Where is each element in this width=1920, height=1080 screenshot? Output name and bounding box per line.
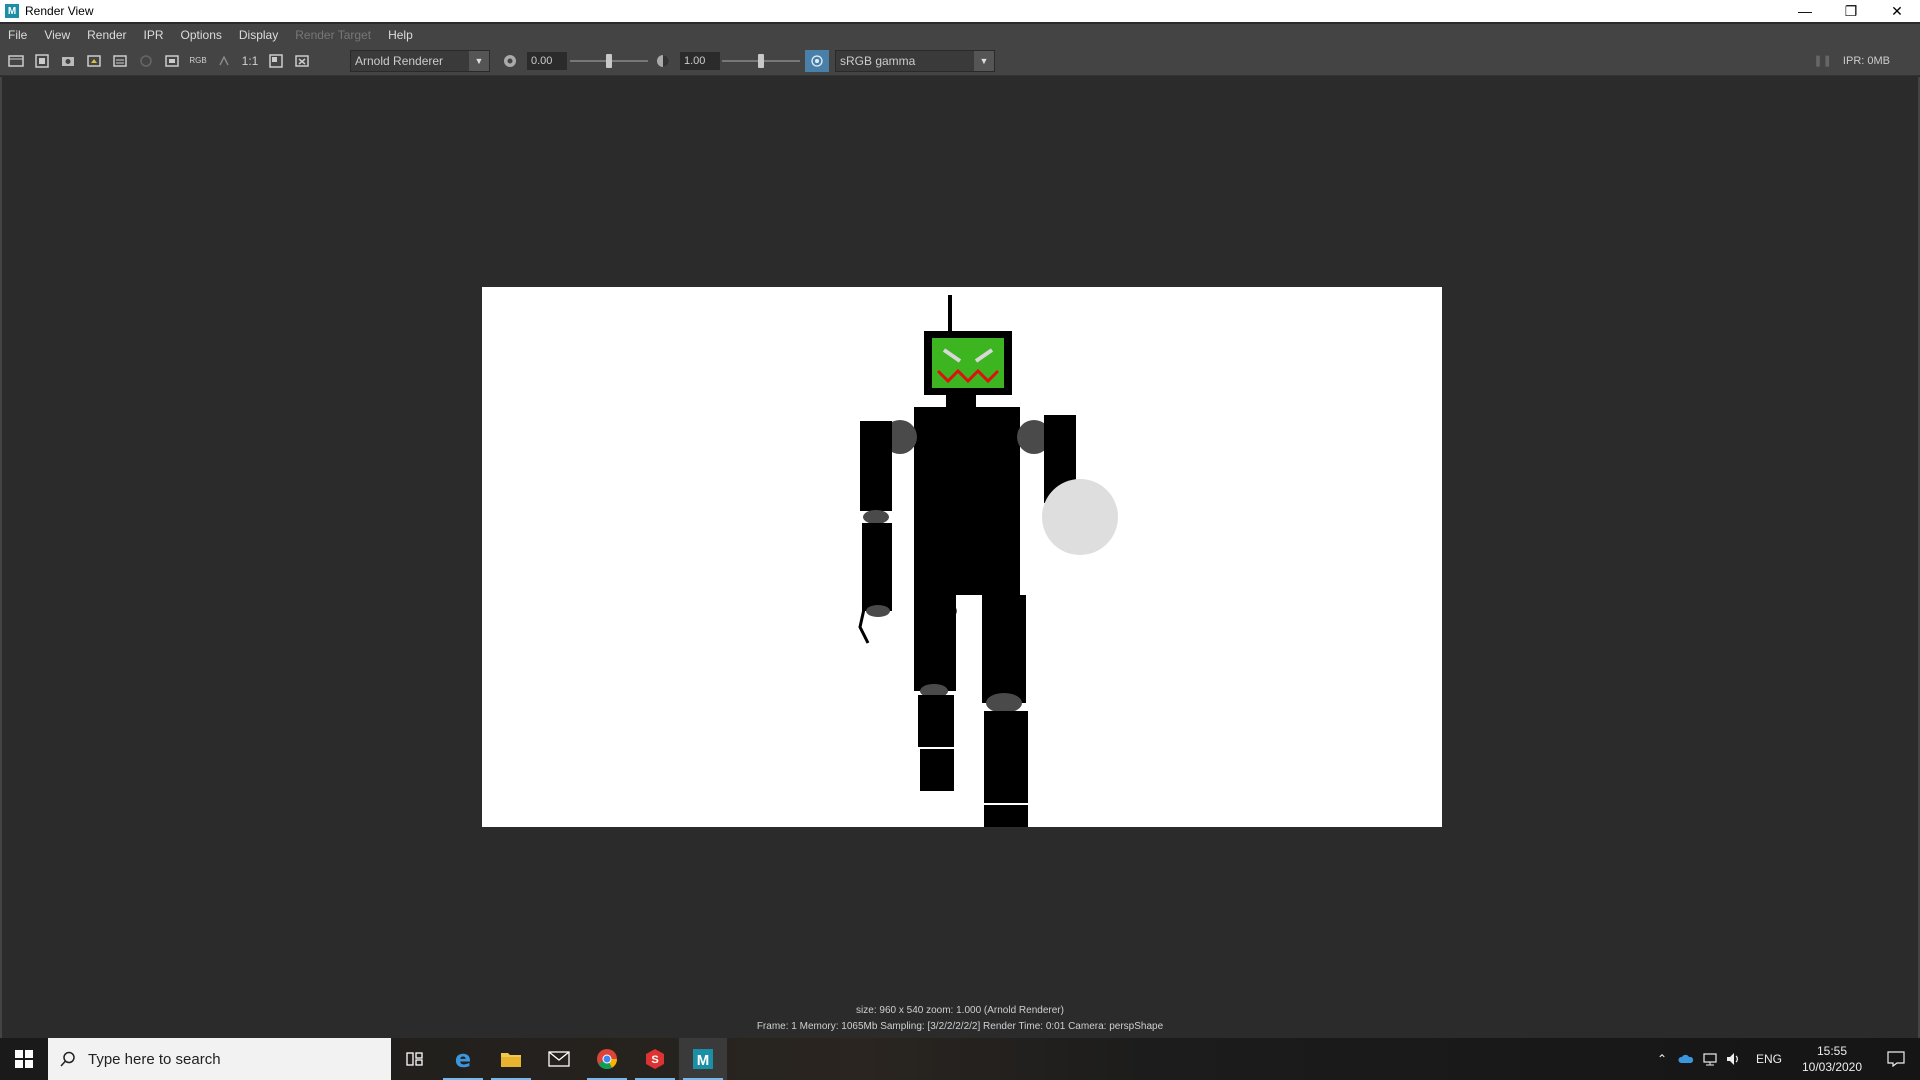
window-controls: — ❐ ✕: [1782, 0, 1920, 22]
menu-display[interactable]: Display: [239, 28, 278, 42]
robot-left-forearm: [862, 523, 892, 611]
exposure-slider-handle[interactable]: [606, 54, 612, 68]
one-to-one-button[interactable]: 1:1: [240, 51, 260, 71]
chevron-down-icon[interactable]: ▼: [974, 51, 994, 71]
language-indicator[interactable]: ENG: [1756, 1052, 1782, 1066]
svg-text:M: M: [697, 1052, 710, 1069]
pause-icon[interactable]: ❚❚: [1813, 55, 1831, 67]
render-info-line-2: Frame: 1 Memory: 1065Mb Sampling: [3/2/2…: [756, 1021, 1164, 1032]
render-settings-icon[interactable]: [110, 51, 130, 71]
rgb-channel-button[interactable]: RGB: [188, 51, 208, 71]
robot-left-foot: [920, 749, 954, 791]
robot-right-thigh: [982, 595, 1026, 703]
volume-icon[interactable]: [1722, 1052, 1746, 1066]
search-placeholder: Type here to search: [88, 1050, 221, 1068]
maya-app-icon: M: [5, 4, 19, 18]
clock[interactable]: 15:55 10/03/2020: [1792, 1043, 1872, 1075]
rendered-image: [482, 287, 1442, 827]
robot-neck: [946, 395, 976, 409]
menu-bar: File View Render IPR Options Display Ren…: [0, 24, 1920, 46]
renderer-dropdown[interactable]: Arnold Renderer ▼: [350, 50, 490, 72]
clock-time: 15:55: [1816, 1044, 1848, 1058]
render-region-icon[interactable]: [32, 51, 52, 71]
robot-antenna: [948, 295, 952, 333]
file-explorer-icon[interactable]: [487, 1038, 535, 1080]
snapshot-icon[interactable]: [58, 51, 78, 71]
menu-render-target: Render Target: [295, 28, 372, 42]
robot-torso: [914, 407, 1020, 595]
substance-icon[interactable]: S: [631, 1038, 679, 1080]
robot-right-shin: [984, 711, 1028, 803]
menu-ipr[interactable]: IPR: [144, 28, 164, 42]
task-view-icon[interactable]: [391, 1038, 439, 1080]
color-space-label: sRGB gamma: [840, 54, 916, 68]
color-management-icon[interactable]: [805, 50, 829, 72]
gamma-slider[interactable]: [722, 54, 800, 68]
color-space-dropdown[interactable]: sRGB gamma ▼: [835, 50, 995, 72]
taskbar-search-box[interactable]: Type here to search: [48, 1038, 391, 1080]
robot-left-thigh: [914, 595, 956, 691]
start-button[interactable]: [0, 1038, 48, 1080]
menu-render[interactable]: Render: [87, 28, 126, 42]
refresh-icon: [136, 51, 156, 71]
render-viewport[interactable]: [0, 77, 1920, 1038]
restore-icon[interactable]: ❐: [1828, 0, 1874, 22]
search-icon: [48, 1051, 88, 1067]
menu-help[interactable]: Help: [388, 28, 413, 42]
system-tray: ⌃ ENG 15:55 10/03/2020: [1650, 1038, 1920, 1080]
render-info-line-1: size: 960 x 540 zoom: 1.000 (Arnold Rend…: [856, 1005, 1064, 1016]
chevron-up-icon[interactable]: ⌃: [1650, 1052, 1674, 1066]
ipr-memory-status: ❚❚ IPR: 0MB: [1813, 54, 1890, 67]
gamma-slider-handle[interactable]: [758, 54, 764, 68]
chrome-icon[interactable]: [583, 1038, 631, 1080]
network-icon[interactable]: [1698, 1052, 1722, 1066]
robot-left-wrist: [866, 605, 890, 617]
maya-icon[interactable]: M: [679, 1038, 727, 1080]
close-icon[interactable]: ✕: [1874, 0, 1920, 22]
chevron-down-icon[interactable]: ▼: [469, 51, 489, 71]
menu-view[interactable]: View: [44, 28, 70, 42]
robot-left-upper-arm: [860, 421, 892, 511]
exposure-field[interactable]: 0.00: [527, 52, 567, 70]
render-toolbar: RGB 1:1 Arnold Renderer ▼ 0.00 1.00 sRGB…: [0, 46, 1920, 76]
robot-right-foot: [984, 805, 1028, 827]
windows-logo-icon: [15, 1050, 33, 1068]
robot-render: [858, 295, 1118, 827]
keep-image-icon[interactable]: [162, 51, 182, 71]
clock-date: 10/03/2020: [1801, 1060, 1863, 1074]
display-region-icon[interactable]: [266, 51, 286, 71]
robot-left-hand: [858, 608, 870, 644]
redo-render-icon[interactable]: [6, 51, 26, 71]
window-title: Render View: [25, 4, 94, 18]
minimize-icon[interactable]: —: [1782, 0, 1828, 22]
gamma-field[interactable]: 1.00: [680, 52, 720, 70]
edge-icon[interactable]: e: [439, 1038, 487, 1080]
exposure-slider[interactable]: [570, 54, 648, 68]
windows-taskbar: Type here to search e S M ⌃ ENG 15:55 10…: [0, 1038, 1920, 1080]
renderer-label: Arnold Renderer: [355, 54, 444, 68]
svg-text:S: S: [651, 1054, 658, 1066]
notifications-icon[interactable]: [1872, 1051, 1920, 1067]
mail-icon[interactable]: [535, 1038, 583, 1080]
gamma-reset-icon[interactable]: [653, 51, 673, 71]
exposure-reset-icon[interactable]: [500, 51, 520, 71]
robot-left-shin: [918, 695, 954, 747]
menu-file[interactable]: File: [8, 28, 27, 42]
alpha-channel-icon[interactable]: [214, 51, 234, 71]
title-bar: M Render View — ❐ ✕: [0, 0, 1920, 22]
ipr-render-icon[interactable]: [84, 51, 104, 71]
robot-right-knee: [986, 693, 1022, 713]
menu-options[interactable]: Options: [181, 28, 222, 42]
onedrive-icon[interactable]: [1674, 1054, 1698, 1064]
robot-left-elbow: [863, 510, 889, 524]
ipr-memory-label: IPR: 0MB: [1842, 55, 1890, 67]
robot-right-fist: [1042, 479, 1118, 555]
remove-image-icon[interactable]: [292, 51, 312, 71]
